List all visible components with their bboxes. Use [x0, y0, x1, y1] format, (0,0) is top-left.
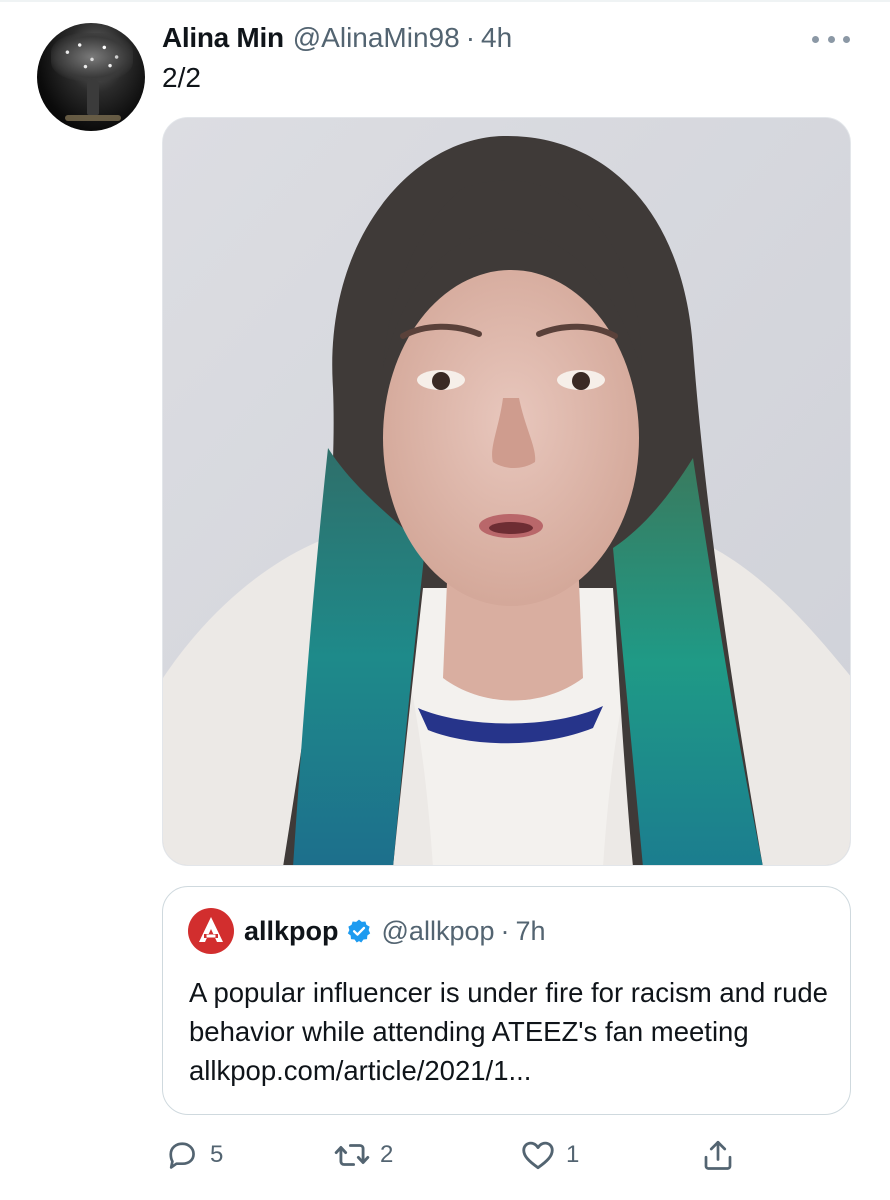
reply-icon	[162, 1135, 202, 1175]
media-photo	[163, 118, 850, 865]
heart-glyph	[522, 1141, 554, 1170]
quoted-author-name: allkpop	[244, 915, 339, 946]
separator-dot: ·	[500, 915, 510, 946]
quoted-author-handle: @allkpop	[381, 915, 495, 946]
author-handle[interactable]: @AlinaMin98	[293, 22, 460, 54]
retweet-button[interactable]: 2	[332, 1132, 393, 1178]
tweet-media[interactable]	[162, 117, 851, 866]
share-glyph	[704, 1140, 732, 1170]
quoted-tweet-header: allkpop @allkpop · 7h	[188, 908, 546, 954]
tweet-actions: 5 2 1	[162, 1132, 851, 1178]
avatar-figure	[87, 79, 99, 115]
share-icon	[698, 1135, 738, 1175]
heart-icon	[518, 1135, 558, 1175]
allkpop-logo-icon[interactable]	[188, 908, 234, 954]
reply-button[interactable]: 5	[162, 1132, 223, 1178]
retweet-count: 2	[380, 1141, 394, 1168]
author-avatar[interactable]	[37, 23, 145, 131]
avatar-lights	[51, 33, 133, 81]
more-dot	[812, 35, 819, 43]
quoted-timestamp: 7h	[515, 915, 546, 946]
quoted-tweet[interactable]: allkpop @allkpop · 7h A popular influenc…	[162, 886, 851, 1115]
like-count: 1	[566, 1141, 580, 1168]
reply-count: 5	[210, 1141, 224, 1168]
allkpop-logo-glyph	[199, 917, 223, 942]
tweet-header: Alina Min @AlinaMin98 · 4h	[162, 22, 512, 56]
separator-dot: ·	[465, 22, 476, 53]
tweet-text: 2/2	[162, 62, 201, 93]
top-divider	[0, 0, 890, 2]
more-dot	[827, 35, 835, 43]
more-options-icon[interactable]	[812, 34, 850, 44]
like-button[interactable]: 1	[518, 1132, 579, 1178]
retweet-icon	[332, 1135, 372, 1175]
retweet-glyph	[334, 1144, 370, 1166]
reply-glyph	[169, 1142, 195, 1169]
quoted-tweet-text: A popular influencer is under fire for r…	[189, 977, 828, 1086]
author-display-name[interactable]: Alina Min	[162, 22, 284, 54]
tweet-timestamp[interactable]: 4h	[481, 22, 512, 54]
share-button[interactable]	[698, 1132, 738, 1178]
verified-badge-icon	[347, 919, 370, 943]
more-dot	[843, 35, 850, 43]
avatar-floor	[65, 115, 121, 121]
